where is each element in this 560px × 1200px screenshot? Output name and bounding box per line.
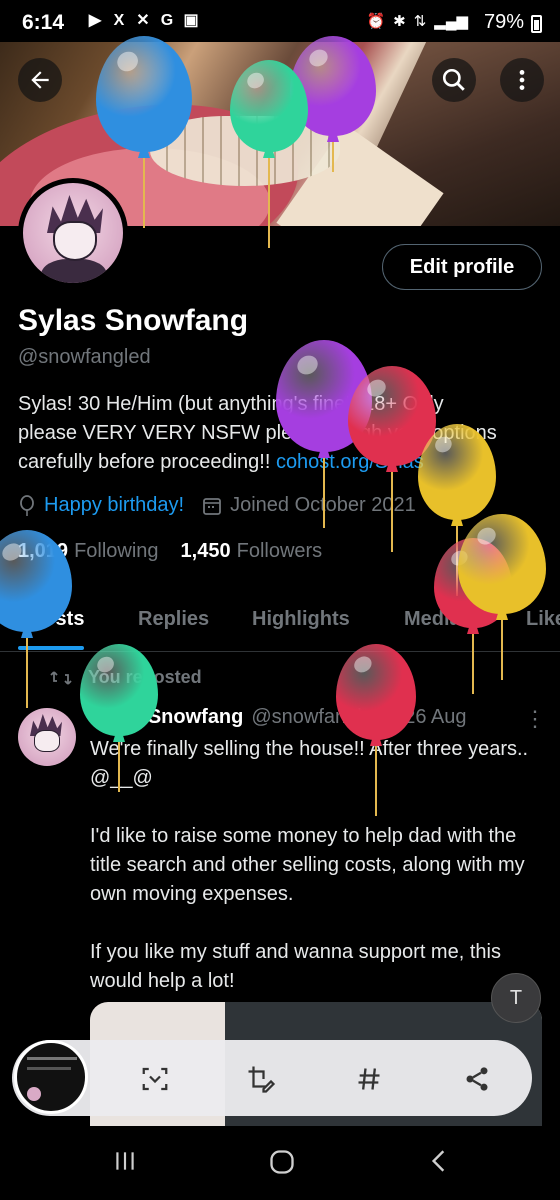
pinwheel-icon: ✕ (136, 12, 150, 29)
recent-apps-icon (116, 1152, 134, 1170)
back-icon (431, 1150, 445, 1172)
text-extract-icon: T (509, 986, 523, 1009)
balloon-string (143, 158, 145, 228)
thumb-line (27, 1057, 77, 1060)
edit-profile-button[interactable]: Edit profile (382, 244, 542, 290)
avatar-face (34, 730, 60, 752)
system-icons: ⏰ ✱ ⇅ ▂▄▆ (366, 12, 468, 30)
post-paragraph: I'd like to raise some money to help dad… (90, 825, 525, 905)
tab-highlights[interactable]: Highlights (252, 608, 350, 631)
post-avatar[interactable] (18, 708, 76, 766)
arrow-left-icon (31, 71, 49, 89)
avatar-body (41, 259, 107, 283)
balloon-string (26, 638, 28, 708)
alarm-icon: ⏰ (366, 13, 386, 30)
status-bar: 6:14 ▶ X ✕ G ▣ ⏰ ✱ ⇅ ▂▄▆ 79% (0, 0, 560, 42)
text-extract-button[interactable]: T (491, 973, 541, 1023)
search-button[interactable] (432, 58, 476, 102)
post-paragraph: If you like my stuff and wanna support m… (90, 941, 501, 992)
youtube-icon: ▶ (88, 12, 102, 29)
home-button[interactable] (268, 1148, 296, 1184)
status-time: 6:14 (22, 11, 65, 34)
search-icon (442, 68, 465, 91)
more-button[interactable] (500, 58, 544, 102)
balloon-string (323, 458, 325, 528)
followers-count: 1,450 (180, 540, 231, 562)
balloon-body (336, 644, 416, 740)
hashtag-icon (358, 1068, 380, 1090)
balloon-string (375, 746, 377, 816)
birthday-link[interactable]: Happy birthday! (44, 494, 184, 517)
avatar-face (53, 221, 97, 261)
crop-edit-icon (248, 1066, 276, 1093)
home-icon (270, 1150, 294, 1174)
google-icon: G (160, 12, 174, 29)
balloon-body (458, 514, 546, 614)
scan-button[interactable] (138, 1062, 172, 1096)
balloon-body (96, 36, 192, 152)
back-button[interactable] (18, 58, 62, 102)
hashtag-button[interactable] (352, 1062, 386, 1096)
balloon-string (118, 742, 120, 792)
x-icon: X (113, 12, 125, 29)
signal-icon: ▂▄▆ (434, 13, 468, 30)
balloon (80, 644, 158, 792)
balloon (458, 514, 546, 680)
balloon-string (268, 158, 270, 248)
gallery-icon: ▣ (183, 12, 199, 29)
share-icon (466, 1067, 488, 1091)
scan-icon (142, 1067, 168, 1091)
followers-label: Followers (236, 540, 323, 562)
profile-handle: @snowfangled (18, 346, 151, 368)
more-vertical-icon (519, 70, 525, 90)
calendar-icon (203, 497, 221, 515)
battery-percent: 79% (483, 11, 524, 33)
thumb-line (27, 1067, 71, 1070)
balloon (96, 36, 192, 228)
post-more-icon[interactable]: ⋮ (524, 706, 546, 732)
back-nav-button[interactable] (426, 1148, 452, 1182)
display-name: Sylas Snowfang (18, 304, 249, 337)
system-nav-bar (0, 1126, 560, 1200)
balloon (0, 530, 72, 708)
balloon-string (391, 472, 393, 552)
balloon-string (501, 620, 503, 680)
screenshot-thumbnail[interactable] (14, 1040, 88, 1114)
tab-replies[interactable]: Replies (138, 608, 209, 631)
notification-icons: ▶ X ✕ G ▣ (86, 12, 200, 30)
followers-link[interactable]: 1,450 Followers (181, 540, 323, 563)
recent-apps-button[interactable] (112, 1148, 138, 1182)
balloon (336, 644, 416, 816)
balloon (230, 60, 308, 248)
thumb-avatar (27, 1087, 41, 1101)
battery-icon (531, 15, 542, 33)
crop-edit-button[interactable] (244, 1062, 278, 1096)
bio-text: carefully before proceeding!! (18, 451, 276, 473)
balloon-body (230, 60, 308, 152)
balloon-body (0, 530, 72, 632)
following-label: Following (74, 540, 159, 562)
bluetooth-icon: ✱ (393, 13, 406, 30)
balloon-string (332, 142, 334, 172)
share-button[interactable] (460, 1062, 494, 1096)
data-icon: ⇅ (413, 13, 427, 30)
balloon-body (80, 644, 158, 736)
balloon-icon (20, 494, 34, 516)
balloon-body (418, 424, 496, 520)
